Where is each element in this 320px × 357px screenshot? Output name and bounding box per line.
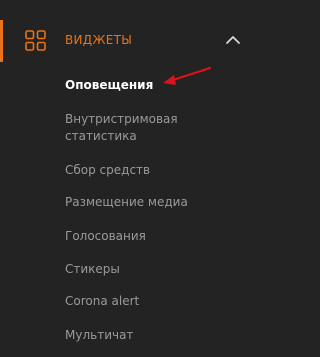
widgets-section-header[interactable]: ВИДЖЕТЫ — [0, 20, 259, 62]
menu-item-donations-goal[interactable]: Сбор средств — [65, 162, 235, 179]
red-arrow-icon — [163, 66, 212, 85]
section-title: ВИДЖЕТЫ — [65, 33, 133, 47]
menu-item-stream-stats[interactable]: Внутристримовая статистика — [65, 111, 235, 145]
menu-item-media-placement[interactable]: Размещение медиа — [65, 194, 235, 211]
menu-item-stickers[interactable]: Стикеры — [65, 261, 235, 278]
menu-item-multichat[interactable]: Мультичат — [65, 327, 235, 344]
sidebar-menu: ВИДЖЕТЫ Оповещения Внутристримовая стати… — [0, 0, 259, 357]
grid-icon — [25, 30, 46, 51]
chevron-up-icon[interactable] — [225, 34, 241, 46]
menu-item-polls[interactable]: Голосования — [65, 228, 235, 245]
menu-item-corona-alert[interactable]: Corona alert — [65, 293, 235, 310]
